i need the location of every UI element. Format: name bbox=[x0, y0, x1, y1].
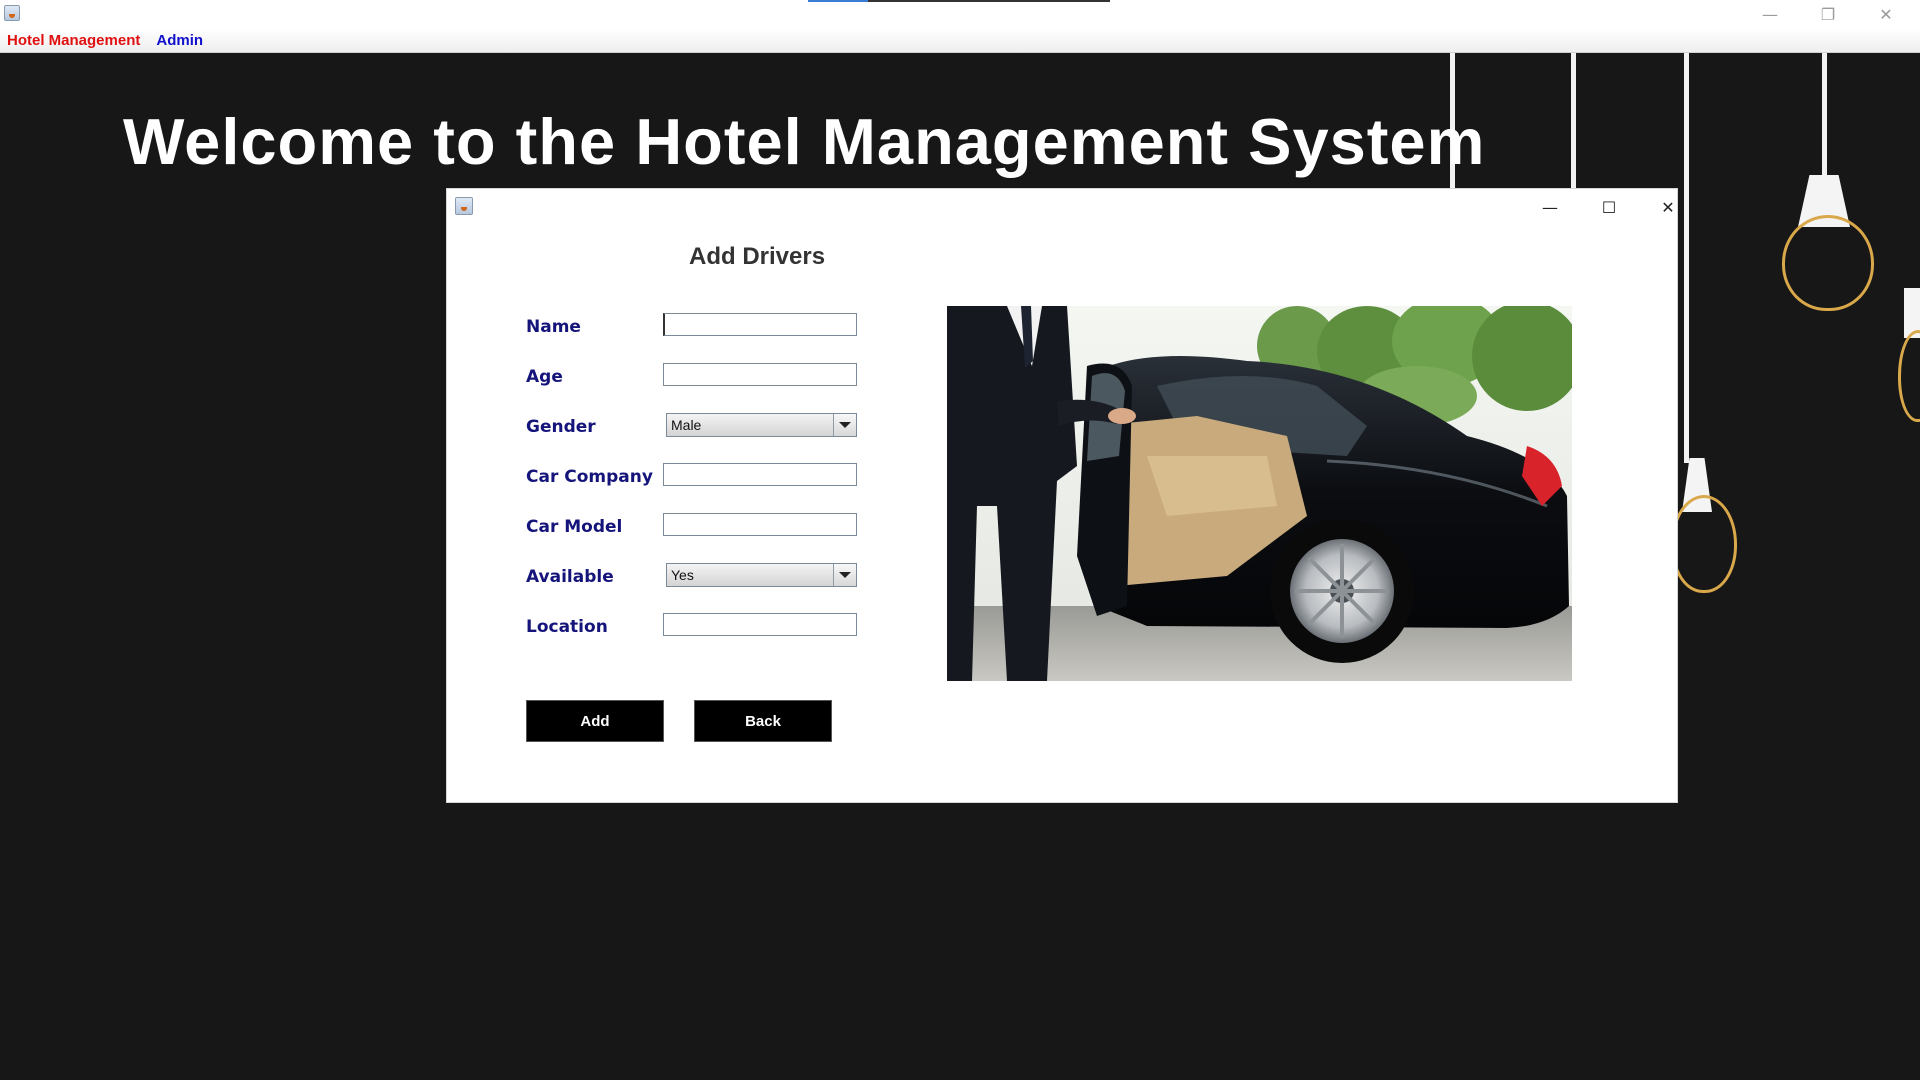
restore-button[interactable]: ❐ bbox=[1799, 0, 1857, 29]
location-input[interactable] bbox=[663, 613, 857, 636]
chauffeur-car-illustration bbox=[947, 306, 1572, 681]
add-drivers-dialog: — ☐ ✕ Add Drivers Name Age Gender Male C… bbox=[446, 188, 1678, 803]
menu-bar: Hotel Management Admin bbox=[0, 29, 1920, 53]
gender-label: Gender bbox=[526, 417, 596, 437]
dialog-heading: Add Drivers bbox=[689, 243, 826, 270]
back-button[interactable]: Back bbox=[694, 700, 832, 742]
welcome-heading: Welcome to the Hotel Management System bbox=[123, 105, 1486, 178]
car-company-input[interactable] bbox=[663, 463, 857, 486]
car-model-input[interactable] bbox=[663, 513, 857, 536]
available-label: Available bbox=[526, 567, 614, 587]
name-input[interactable] bbox=[663, 313, 857, 336]
chauffeur-car-image bbox=[947, 306, 1572, 681]
lamp-cord bbox=[1684, 53, 1689, 463]
menu-admin[interactable]: Admin bbox=[149, 32, 211, 49]
java-app-icon bbox=[455, 197, 473, 215]
age-label: Age bbox=[526, 367, 563, 387]
chevron-down-icon[interactable] bbox=[833, 414, 856, 436]
dialog-close-button[interactable]: ✕ bbox=[1648, 195, 1688, 219]
lamp-cord bbox=[1571, 53, 1576, 193]
chevron-down-icon[interactable] bbox=[833, 564, 856, 586]
gender-select[interactable]: Male bbox=[666, 413, 857, 437]
age-input[interactable] bbox=[663, 363, 857, 386]
window-title-bar: — ❐ ✕ bbox=[0, 0, 1920, 29]
name-label: Name bbox=[526, 317, 581, 337]
light-bulb-icon bbox=[1671, 495, 1737, 593]
available-select-value: Yes bbox=[671, 567, 694, 583]
light-bulb-icon bbox=[1782, 215, 1874, 311]
location-label: Location bbox=[526, 617, 608, 637]
java-app-icon bbox=[4, 5, 20, 21]
dialog-minimize-button[interactable]: — bbox=[1530, 195, 1570, 219]
lamp-cord bbox=[1822, 53, 1827, 178]
menu-hotel-management[interactable]: Hotel Management bbox=[0, 32, 148, 49]
title-accent-bar bbox=[808, 0, 1110, 2]
dialog-maximize-button[interactable]: ☐ bbox=[1589, 195, 1629, 219]
available-select[interactable]: Yes bbox=[666, 563, 857, 587]
car-model-label: Car Model bbox=[526, 517, 623, 537]
light-bulb-icon bbox=[1898, 330, 1920, 422]
add-button[interactable]: Add bbox=[526, 700, 664, 742]
car-company-label: Car Company bbox=[526, 467, 653, 487]
gender-select-value: Male bbox=[671, 417, 702, 433]
minimize-button[interactable]: — bbox=[1741, 0, 1799, 29]
close-button[interactable]: ✕ bbox=[1857, 0, 1915, 29]
